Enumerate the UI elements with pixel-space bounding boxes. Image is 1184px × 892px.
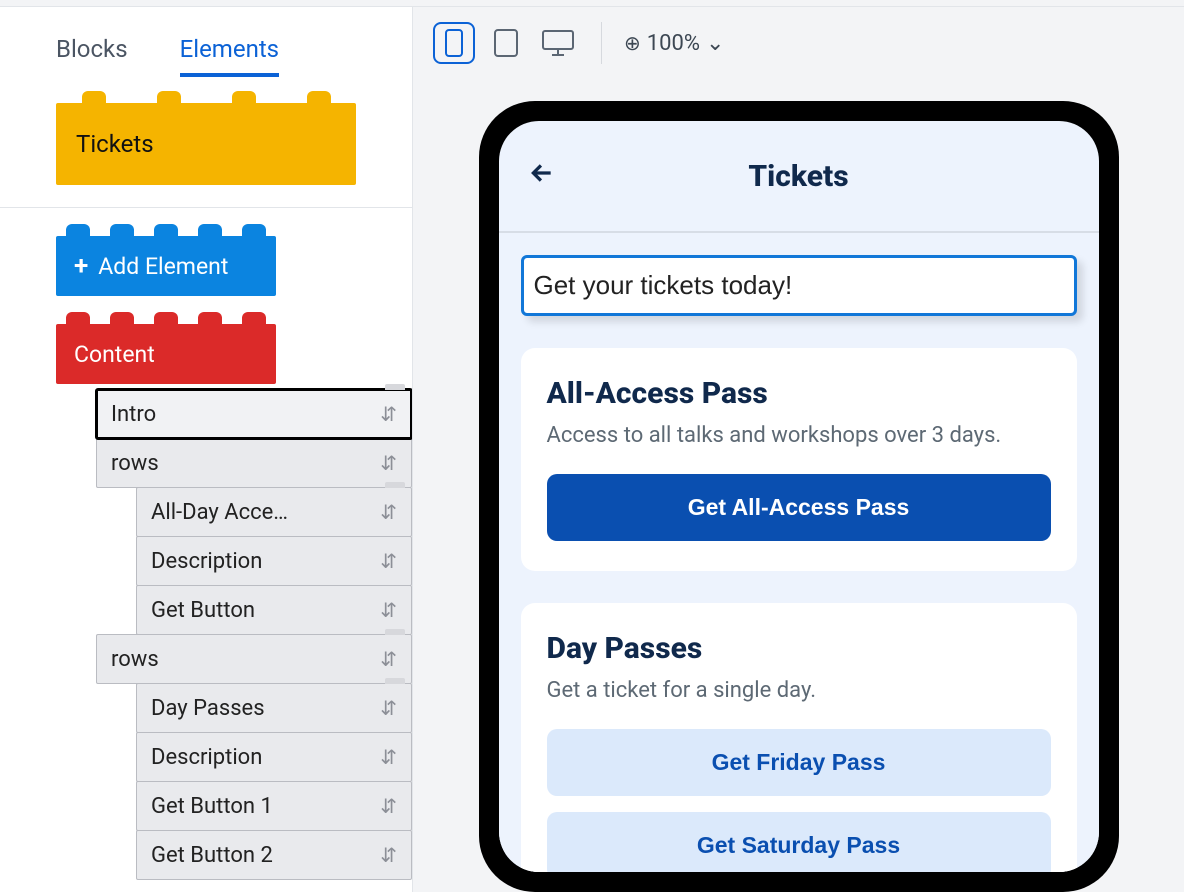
tree-item-day-passes[interactable]: Day Passes ⇵ — [136, 683, 412, 733]
tree-item-label: rows — [111, 451, 159, 476]
card-day-passes: Day Passes Get a ticket for a single day… — [521, 603, 1077, 872]
sidebar: Blocks Elements Tickets + Add Element Co… — [0, 6, 413, 892]
drag-handle-icon[interactable]: ⇵ — [380, 598, 397, 622]
tree-item-label: All-Day Acce… — [151, 500, 288, 525]
content-block[interactable]: Content — [56, 324, 276, 384]
preview-toolbar: ⊕ 100% ⌄ — [413, 7, 1184, 79]
sidebar-tabs: Blocks Elements — [0, 7, 412, 77]
content-block-label: Content — [74, 341, 155, 368]
drag-handle-icon[interactable]: ⇵ — [380, 647, 397, 671]
chevron-down-icon: ⌄ — [706, 31, 724, 56]
phone-header: Tickets — [499, 121, 1099, 233]
tab-blocks[interactable]: Blocks — [56, 35, 128, 77]
preview-area: ⊕ 100% ⌄ Tickets All-Ac — [413, 6, 1184, 892]
tree-item-get-button-2[interactable]: Get Button 2 ⇵ — [136, 830, 412, 880]
get-all-access-button[interactable]: Get All-Access Pass — [547, 474, 1051, 541]
add-element-label: Add Element — [98, 253, 228, 280]
tree-item-label: Day Passes — [151, 696, 265, 721]
drag-handle-icon[interactable]: ⇵ — [380, 794, 397, 818]
tree-item-description-2[interactable]: Description ⇵ — [136, 732, 412, 782]
tree-item-get-button-1[interactable]: Get Button 1 ⇵ — [136, 781, 412, 831]
tree-item-description-1[interactable]: Description ⇵ — [136, 536, 412, 586]
card-description: Get a ticket for a single day. — [547, 678, 1051, 703]
phone-frame: Tickets All-Access Pass Access to all ta… — [479, 101, 1119, 892]
phone-title: Tickets — [499, 159, 1099, 194]
tree-item-rows-1[interactable]: rows ⇵ — [96, 438, 412, 488]
arrow-left-icon — [529, 160, 555, 186]
tree-item-rows-2[interactable]: rows ⇵ — [96, 634, 412, 684]
tab-elements[interactable]: Elements — [180, 35, 279, 77]
tree-item-label: Description — [151, 549, 262, 574]
card-title: All-Access Pass — [547, 376, 1051, 411]
tree-item-label: Get Button — [151, 598, 255, 623]
tree-item-label: Description — [151, 745, 262, 770]
device-phone-button[interactable] — [433, 22, 475, 64]
drag-handle-icon[interactable]: ⇵ — [380, 451, 397, 475]
card-title: Day Passes — [547, 631, 1051, 666]
drag-handle-icon[interactable]: ⇵ — [380, 696, 397, 720]
back-button[interactable] — [529, 160, 555, 193]
drag-handle-icon[interactable]: ⇵ — [380, 549, 397, 573]
device-tablet-button[interactable] — [485, 22, 527, 64]
plus-icon: + — [74, 251, 88, 281]
card-all-access: All-Access Pass Access to all talks and … — [521, 348, 1077, 571]
zoom-in-icon: ⊕ — [624, 31, 641, 55]
ticket-block[interactable]: Tickets — [56, 103, 356, 185]
get-saturday-pass-button[interactable]: Get Saturday Pass — [547, 812, 1051, 872]
drag-handle-icon[interactable]: ⇵ — [380, 745, 397, 769]
ticket-block-section: Tickets — [0, 77, 412, 208]
zoom-label: 100% — [647, 31, 700, 56]
add-element-button[interactable]: + Add Element — [56, 236, 276, 296]
drag-handle-icon[interactable]: ⇵ — [380, 402, 397, 426]
desktop-icon — [541, 29, 575, 57]
get-friday-pass-button[interactable]: Get Friday Pass — [547, 729, 1051, 796]
tree-item-all-day[interactable]: All-Day Acce… ⇵ — [136, 487, 412, 537]
zoom-control[interactable]: ⊕ 100% ⌄ — [624, 31, 724, 56]
device-desktop-button[interactable] — [537, 22, 579, 64]
tree-item-label: Intro — [111, 402, 156, 427]
tree-item-label: rows — [111, 647, 159, 672]
tree-item-label: Get Button 1 — [151, 794, 273, 819]
drag-handle-icon[interactable]: ⇵ — [380, 500, 397, 524]
canvas: Tickets All-Access Pass Access to all ta… — [413, 79, 1184, 892]
tablet-icon — [493, 28, 519, 58]
phone-content: All-Access Pass Access to all talks and … — [499, 233, 1099, 872]
drag-handle-icon[interactable]: ⇵ — [380, 843, 397, 867]
intro-input[interactable] — [521, 255, 1077, 316]
ticket-block-label: Tickets — [76, 130, 154, 158]
elements-panel: + Add Element Content Intro ⇵ rows ⇵ — [0, 208, 412, 880]
device-group — [433, 22, 602, 64]
card-description: Access to all talks and workshops over 3… — [547, 423, 1051, 448]
tree-item-label: Get Button 2 — [151, 843, 273, 868]
phone-icon — [444, 28, 464, 58]
tree-item-get-button[interactable]: Get Button ⇵ — [136, 585, 412, 635]
tree-item-intro[interactable]: Intro ⇵ — [96, 389, 412, 439]
